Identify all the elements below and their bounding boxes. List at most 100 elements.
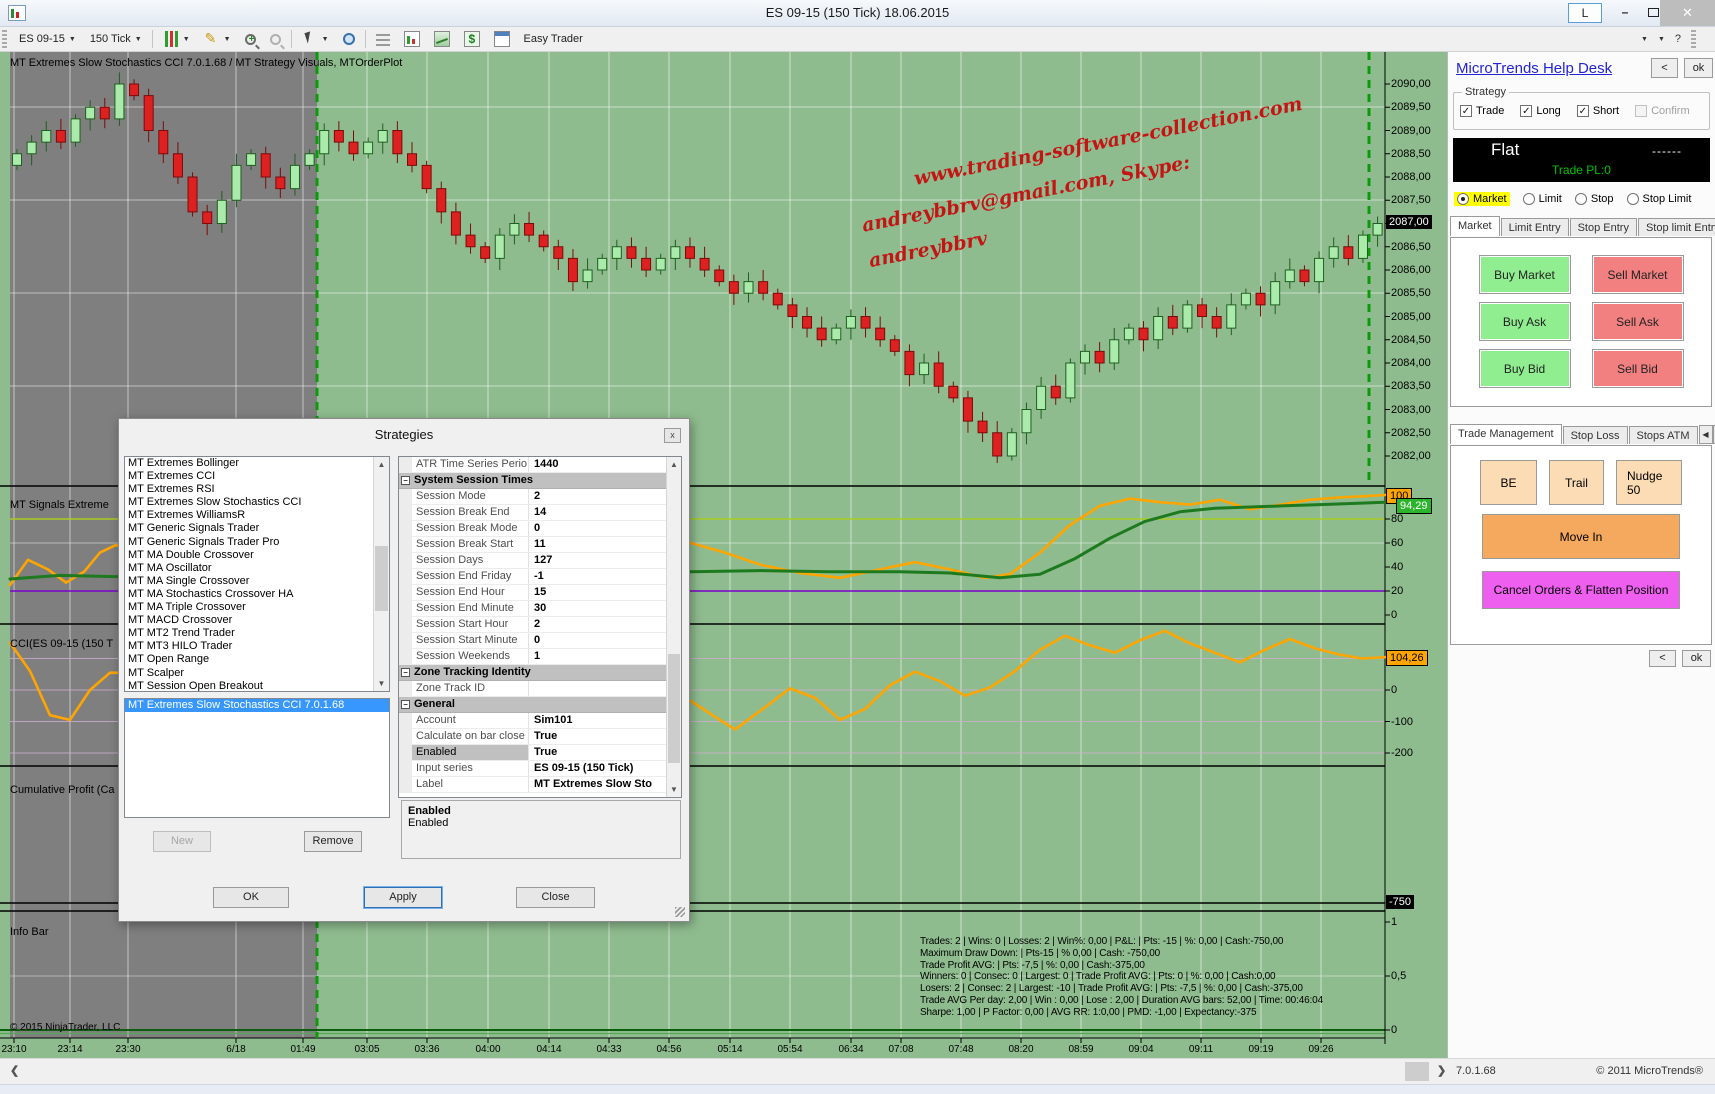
list-item[interactable]: MT MA Oscillator <box>125 562 389 575</box>
crosshair-button[interactable] <box>336 30 362 48</box>
buy-bid-button[interactable]: Buy Bid <box>1479 349 1571 388</box>
checkbox-trade[interactable]: ✓Trade <box>1460 105 1504 117</box>
panel-footer-back-button[interactable]: < <box>1649 650 1676 667</box>
property-row[interactable]: Session End Hour15 <box>399 585 681 601</box>
scroll-down-icon[interactable]: ▼ <box>667 782 681 797</box>
property-row[interactable]: Session Weekends1 <box>399 649 681 665</box>
list-item[interactable]: MT MA Double Crossover <box>125 549 389 562</box>
scroll-down-icon[interactable]: ▼ <box>374 676 389 691</box>
scrollbar-thumb[interactable] <box>668 654 680 763</box>
scroll-up-icon[interactable]: ▲ <box>374 457 389 472</box>
property-category[interactable]: −General <box>399 697 681 713</box>
checkbox-confirm[interactable]: Confirm <box>1635 105 1690 117</box>
data-grid-button[interactable] <box>487 28 517 50</box>
move-in-button[interactable]: Move In <box>1482 514 1680 559</box>
data-series-button[interactable] <box>369 29 397 49</box>
dialog-close-button[interactable]: x <box>664 428 681 443</box>
nudge-50-button[interactable]: Nudge 50 <box>1616 460 1682 505</box>
property-row[interactable]: ATR Time Series Perio1440 <box>399 457 681 473</box>
sell-market-button[interactable]: Sell Market <box>1592 255 1684 294</box>
list-item[interactable]: MT Scalper <box>125 667 389 680</box>
minimize-button[interactable]: – <box>1612 3 1638 23</box>
property-category[interactable]: −System Session Times <box>399 473 681 489</box>
available-strategies-list[interactable]: MT Extremes BollingerMT Extremes CCIMT E… <box>124 456 390 692</box>
tab-scroll-left-icon[interactable]: ◀ <box>1699 425 1713 444</box>
trail-button[interactable]: Trail <box>1549 460 1604 505</box>
property-row[interactable]: Session Break Start11 <box>399 537 681 553</box>
title-bar[interactable]: ES 09-15 (150 Tick) 18.06.2015 L – ✕ <box>0 0 1715 27</box>
checkbox-short[interactable]: ✓Short <box>1577 105 1619 117</box>
list-item[interactable]: MT Session Open Breakout <box>125 680 389 692</box>
property-row[interactable]: Session End Minute30 <box>399 601 681 617</box>
property-row[interactable]: Zone Track ID <box>399 681 681 697</box>
tab-market[interactable]: Market <box>1450 216 1500 236</box>
close-dialog-button[interactable]: Close <box>516 887 595 908</box>
list-item[interactable]: MT MA Stochastics Crossover HA <box>125 588 389 601</box>
panel-dropdown-icon[interactable]: ▼ <box>1658 36 1665 43</box>
configured-strategies-list[interactable]: MT Extremes Slow Stochastics CCI 7.0.1.6… <box>124 698 390 818</box>
zoom-in-button[interactable] <box>238 31 263 48</box>
scroll-left-icon[interactable]: ❮ <box>10 1064 19 1077</box>
property-row[interactable]: Session Mode2 <box>399 489 681 505</box>
sell-ask-button[interactable]: Sell Ask <box>1592 302 1684 341</box>
cancel-flatten-button[interactable]: Cancel Orders & Flatten Position <box>1482 571 1680 609</box>
buy-market-button[interactable]: Buy Market <box>1479 255 1571 294</box>
list-item[interactable]: MT MA Triple Crossover <box>125 601 389 614</box>
close-button[interactable]: ✕ <box>1660 0 1715 26</box>
chart-style-button[interactable]: ▼ <box>156 28 197 50</box>
list-item[interactable]: MT Extremes RSI <box>125 483 389 496</box>
chart-trader-button[interactable] <box>457 28 487 50</box>
list-item[interactable]: MT MT2 Trend Trader <box>125 627 389 640</box>
dialog-resize-grip[interactable] <box>675 907 685 917</box>
list-item[interactable]: MT Extremes WilliamsR <box>125 509 389 522</box>
order-type-stop-limit[interactable]: Stop Limit <box>1627 193 1692 205</box>
sell-bid-button[interactable]: Sell Bid <box>1592 349 1684 388</box>
drawing-tools-button[interactable]: ▼ <box>197 28 238 50</box>
scroll-up-icon[interactable]: ▲ <box>667 457 681 472</box>
tab-stop-entry[interactable]: Stop Entry <box>1570 218 1637 236</box>
list-item[interactable]: MT MA Single Crossover <box>125 575 389 588</box>
cursor-tool-button[interactable]: ▼ <box>295 28 336 50</box>
property-row[interactable]: Input seriesES 09-15 (150 Tick) <box>399 761 681 777</box>
tab-stops-atm[interactable]: Stops ATM <box>1629 426 1698 444</box>
indicators-button[interactable] <box>397 28 427 50</box>
panel-ok-button[interactable]: ok <box>1684 58 1713 78</box>
period-dropdown[interactable]: 150 Tick▼ <box>83 30 149 48</box>
scrollbar-thumb[interactable] <box>1405 1062 1429 1081</box>
property-row[interactable]: Session Start Minute0 <box>399 633 681 649</box>
apply-button[interactable]: Apply <box>364 887 442 908</box>
list-item[interactable]: MT MT3 HILO Trader <box>125 640 389 653</box>
property-row[interactable]: Session Start Hour2 <box>399 617 681 633</box>
vertical-scrollbar[interactable]: ▲▼ <box>373 457 389 691</box>
tab-stop-loss[interactable]: Stop Loss <box>1563 426 1628 444</box>
buy-ask-button[interactable]: Buy Ask <box>1479 302 1571 341</box>
property-grid[interactable]: ATR Time Series Perio1440−System Session… <box>398 456 682 798</box>
list-item[interactable]: MT Extremes Slow Stochastics CCI <box>125 496 389 509</box>
order-type-stop[interactable]: Stop <box>1575 193 1614 205</box>
property-row[interactable]: LabelMT Extremes Slow Sto <box>399 777 681 793</box>
panel-back-button[interactable]: < <box>1651 58 1678 78</box>
horizontal-scrollbar[interactable]: ❮ ❯ 7.0.1.68 © 2011 MicroTrends® <box>0 1058 1715 1084</box>
instrument-dropdown[interactable]: ES 09-15▼ <box>12 30 83 48</box>
tab-stop-limit-entry[interactable]: Stop limit Entry <box>1638 218 1715 236</box>
property-row[interactable]: AccountSim101 <box>399 713 681 729</box>
list-item[interactable]: MT Extremes Slow Stochastics CCI 7.0.1.6… <box>125 699 389 712</box>
strategies-button[interactable] <box>427 28 457 50</box>
order-type-limit[interactable]: Limit <box>1523 193 1562 205</box>
panel-dropdown-icon[interactable]: ▼ <box>1641 36 1648 43</box>
list-item[interactable]: MT MACD Crossover <box>125 614 389 627</box>
ok-button[interactable]: OK <box>213 887 289 908</box>
list-item[interactable]: MT Open Range <box>125 653 389 666</box>
tab-trade-management[interactable]: Trade Management <box>1450 424 1562 444</box>
checkbox-long[interactable]: ✓Long <box>1520 105 1560 117</box>
order-type-market[interactable]: Market <box>1454 192 1510 206</box>
property-row[interactable]: Session Break End14 <box>399 505 681 521</box>
toolbar-grip[interactable] <box>1691 30 1696 48</box>
be-button[interactable]: BE <box>1480 460 1537 505</box>
panel-footer-ok-button[interactable]: ok <box>1682 650 1711 667</box>
property-row[interactable]: EnabledTrue <box>399 745 681 761</box>
property-row[interactable]: Session Break Mode0 <box>399 521 681 537</box>
toolbar-grip[interactable] <box>2 30 7 48</box>
list-item[interactable]: MT Generic Signals Trader <box>125 522 389 535</box>
zoom-out-button[interactable] <box>263 31 288 48</box>
